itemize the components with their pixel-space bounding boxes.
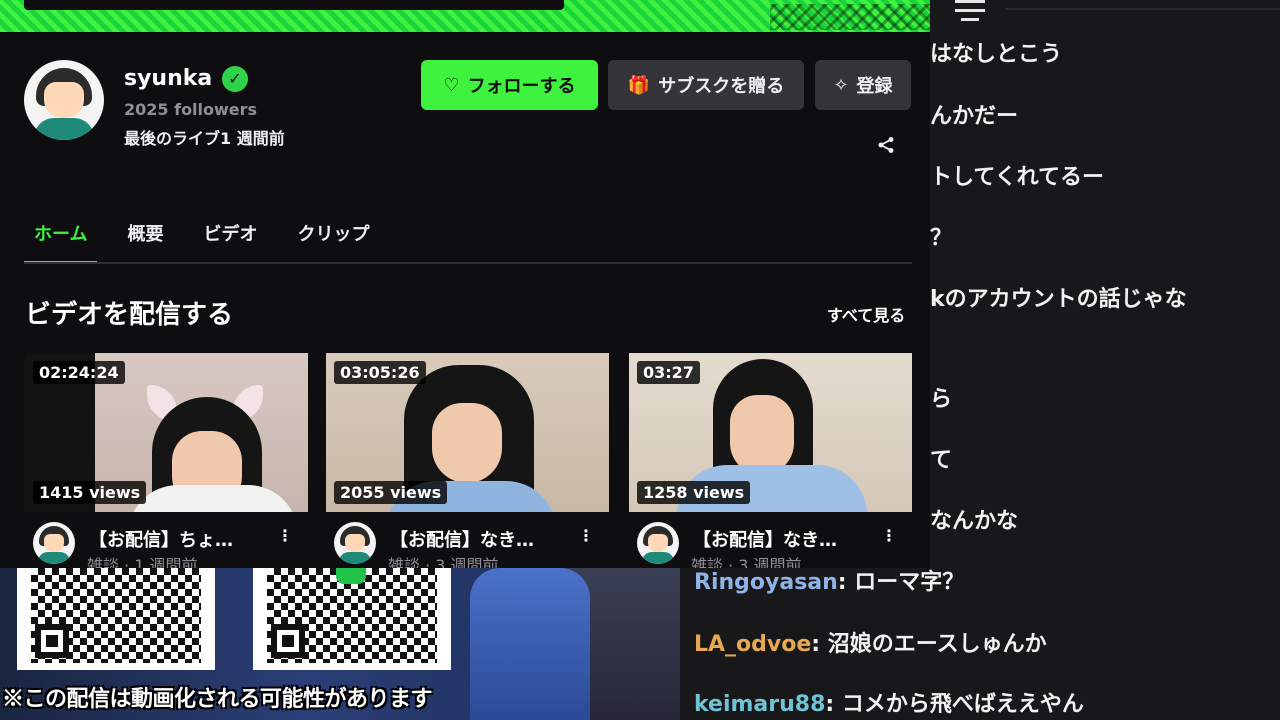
- video-views: 1258 views: [637, 481, 751, 504]
- streamer-figure: [470, 568, 590, 720]
- verified-icon: ✓: [222, 66, 248, 92]
- follow-button[interactable]: ♡ フォローする: [421, 60, 598, 110]
- more-options-icon[interactable]: ⋮: [578, 526, 594, 548]
- video-duration: 03:27: [637, 361, 700, 384]
- avatar[interactable]: [33, 522, 75, 564]
- gift-sub-button[interactable]: 🎁 サブスクを贈る: [608, 60, 804, 110]
- tab-videos[interactable]: ビデオ: [193, 218, 267, 264]
- chat-message-partial: なんかな: [930, 509, 1019, 534]
- video-thumbnail[interactable]: 03:27 1258 views: [629, 353, 912, 512]
- video-title[interactable]: 【お配信】なき…: [390, 526, 580, 552]
- video-card[interactable]: 03:27 1258 views 【お配信】なき… 雑談 · 3 週間前 ⋮: [629, 353, 912, 568]
- chat-message-partial: て: [930, 448, 953, 473]
- chat-message: keimaru88: コメから飛べばええやん: [694, 690, 1084, 720]
- channel-avatar[interactable]: [24, 60, 104, 140]
- subscribe-button[interactable]: ✧ 登録: [815, 60, 911, 110]
- line-icon: [336, 568, 366, 584]
- section-title: ビデオを配信する: [25, 300, 234, 330]
- video-duration: 02:24:24: [33, 361, 125, 384]
- video-subtitle: 雑談 · 1 週間前: [87, 556, 198, 568]
- more-options-icon[interactable]: ⋮: [277, 526, 293, 548]
- chat-message-partial: kのアカウントの話じゃな: [930, 287, 1187, 312]
- chat-text: : 沼娘のエースしゅんか: [811, 632, 1047, 657]
- see-all-link[interactable]: すべて見る: [827, 302, 905, 326]
- qr-code: [17, 568, 215, 670]
- chat-message-partial: ら: [930, 387, 953, 412]
- avatar[interactable]: [334, 522, 376, 564]
- sparkle-icon: ✧: [833, 74, 849, 96]
- chat-message-partial: んかだー: [930, 104, 1019, 129]
- channel-tabs: ホーム 概要 ビデオ クリップ: [24, 218, 379, 264]
- video-views: 2055 views: [334, 481, 448, 504]
- banner-overlay: [24, 0, 564, 10]
- chat-message-partial: はなしとこう: [930, 42, 1063, 67]
- heart-icon: ♡: [443, 74, 460, 96]
- chat-divider: [1005, 8, 1280, 10]
- video-thumbnail[interactable]: 03:05:26 2055 views: [326, 353, 609, 512]
- video-duration: 03:05:26: [334, 361, 426, 384]
- chat-message: Ringoyasan: ローマ字？: [694, 568, 964, 598]
- video-thumbnail[interactable]: 02:24:24 1415 views: [25, 353, 308, 512]
- gift-sub-label: サブスクを贈る: [658, 76, 785, 97]
- video-card[interactable]: 02:24:24 1415 views 【お配信】ちょ… 雑談 · 1 週間前 …: [25, 353, 308, 568]
- tab-about[interactable]: 概要: [117, 218, 173, 264]
- video-views: 1415 views: [33, 481, 147, 504]
- banner-pattern: [770, 4, 930, 30]
- chat-text: : コメから飛べばええやん: [825, 692, 1084, 717]
- follower-count: 2025 followers: [124, 100, 258, 119]
- channel-panel: syunka ✓ 2025 followers 最後のライブ1 週間前 ♡ フォ…: [0, 0, 930, 568]
- more-options-icon[interactable]: ⋮: [881, 526, 897, 548]
- tab-home[interactable]: ホーム: [24, 218, 98, 264]
- video-card[interactable]: 03:05:26 2055 views 【お配信】なき… 雑談 · 3 週間前 …: [326, 353, 609, 568]
- stream-view: はなしとこう んかだー トしてくれてるー ？ kのアカウントの話じゃな ら て …: [0, 0, 1280, 720]
- tabs-divider: [24, 262, 912, 264]
- video-subtitle: 雑談 · 3 週間前: [691, 556, 802, 568]
- tab-clips[interactable]: クリップ: [287, 218, 379, 264]
- last-live: 最後のライブ1 週間前: [124, 129, 285, 148]
- video-title[interactable]: 【お配信】ちょ…: [89, 526, 279, 552]
- stream-caption: ※この配信は動画化される可能性があります: [2, 686, 433, 712]
- gift-icon: 🎁: [627, 74, 651, 96]
- chat-message-partial: ？: [930, 226, 953, 251]
- chat-username[interactable]: Ringoyasan: [694, 570, 838, 595]
- subscribe-label: 登録: [856, 76, 893, 97]
- menu-icon[interactable]: [955, 0, 985, 28]
- chat-username[interactable]: keimaru88: [694, 692, 825, 717]
- avatar[interactable]: [637, 522, 679, 564]
- follow-label: フォローする: [467, 76, 576, 97]
- share-icon[interactable]: [875, 136, 897, 158]
- video-subtitle: 雑談 · 3 週間前: [388, 556, 499, 568]
- channel-name[interactable]: syunka: [124, 66, 212, 91]
- chat-text: : ローマ字？: [837, 570, 965, 595]
- chat-username[interactable]: LA_odvoe: [694, 632, 811, 657]
- video-title[interactable]: 【お配信】なき…: [693, 526, 883, 552]
- chat-message-partial: トしてくれてるー: [930, 165, 1105, 190]
- chat-message: LA_odvoe: 沼娘のエースしゅんか: [694, 630, 1047, 660]
